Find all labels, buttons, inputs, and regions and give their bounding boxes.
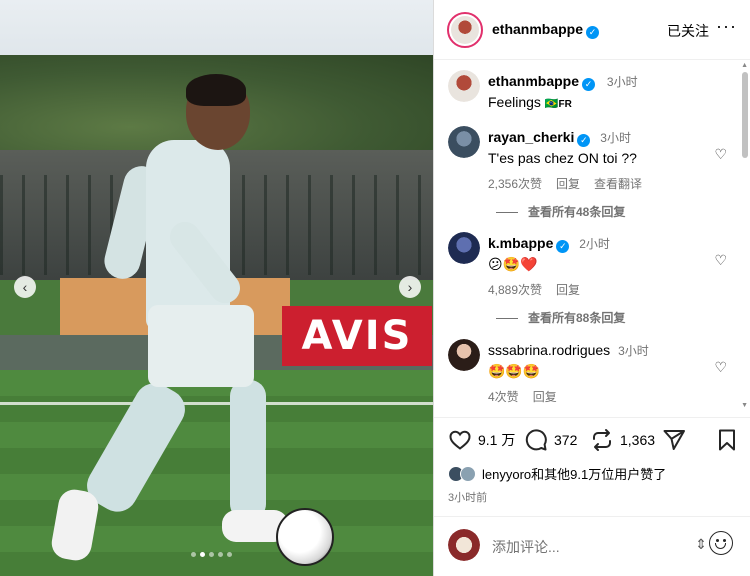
repost-count: 1,363 bbox=[620, 432, 656, 448]
comment-text: T'es pas chez ON toi ?? bbox=[488, 150, 637, 166]
comment-likes[interactable]: 4,889次赞 bbox=[488, 281, 542, 298]
save-action[interactable] bbox=[716, 428, 738, 452]
liker-avatar bbox=[460, 465, 476, 482]
action-bar: 9.1 万 372 1,363 bbox=[434, 428, 750, 462]
comment-count: 372 bbox=[554, 432, 578, 448]
reply-button[interactable]: 回复 bbox=[556, 281, 580, 298]
comment-item: sssabrina.rodrigues 3小时 🤩🤩🤩 4次赞 回复 bbox=[488, 341, 718, 405]
carousel-dot bbox=[227, 552, 232, 557]
carousel-next-button[interactable]: › bbox=[399, 276, 421, 298]
caption: ethanmbappe ✓ 3小时 Feelings 🇧🇷FR bbox=[488, 72, 738, 114]
carousel-dot bbox=[191, 552, 196, 557]
comment-avatar[interactable] bbox=[448, 339, 480, 371]
liker-username[interactable]: lenyyoro bbox=[482, 467, 531, 482]
caption-username[interactable]: ethanmbappe bbox=[488, 73, 579, 89]
comment-username[interactable]: rayan_cherki bbox=[488, 129, 574, 145]
following-button[interactable]: 已关注 bbox=[667, 21, 709, 41]
comments-section[interactable]: ethanmbappe ✓ 3小时 Feelings 🇧🇷FR rayan_che… bbox=[434, 60, 750, 418]
resize-icon[interactable]: ⇕ bbox=[695, 536, 707, 553]
comment-time: 3小时 bbox=[600, 131, 631, 145]
comment-username[interactable]: k.mbappe bbox=[488, 235, 553, 251]
verified-icon: ✓ bbox=[556, 240, 570, 253]
reply-button[interactable]: 回复 bbox=[556, 175, 580, 192]
comment-text: 😕🤩❤️ bbox=[488, 256, 538, 272]
comment-item: k.mbappe ✓ 2小时 😕🤩❤️ 4,889次赞 回复 bbox=[488, 234, 718, 298]
flag-label: FR bbox=[558, 99, 572, 110]
post-time-ago: 3小时前 bbox=[448, 492, 488, 504]
comment-time: 3小时 bbox=[618, 344, 649, 358]
likes-summary[interactable]: lenyyoro和其他9.1万位用户赞了 bbox=[448, 464, 666, 483]
comment-username[interactable]: sssabrina.rodrigues bbox=[488, 342, 610, 358]
reply-button[interactable]: 回复 bbox=[533, 388, 557, 405]
carousel-dot bbox=[218, 552, 223, 557]
comment-icon[interactable] bbox=[524, 428, 548, 452]
heart-icon[interactable] bbox=[448, 428, 472, 452]
comment-text: 🤩🤩🤩 bbox=[488, 363, 541, 379]
carousel-dot bbox=[200, 552, 205, 557]
bookmark-icon[interactable] bbox=[716, 428, 738, 452]
scroll-up-icon[interactable]: ▲ bbox=[741, 62, 748, 69]
verified-icon: ✓ bbox=[582, 78, 596, 91]
caption-text: Feelings bbox=[488, 94, 541, 110]
verified-icon: ✓ bbox=[586, 26, 600, 39]
player-hair bbox=[186, 74, 246, 106]
scroll-down-icon[interactable]: ▼ bbox=[741, 402, 748, 409]
comment-input[interactable]: 添加评论... bbox=[492, 537, 560, 557]
share-action[interactable] bbox=[662, 428, 686, 452]
like-count: 9.1 万 bbox=[478, 432, 516, 448]
more-options-icon[interactable]: ··· bbox=[716, 16, 737, 37]
comment-time: 2小时 bbox=[579, 237, 610, 251]
emoji-icon[interactable] bbox=[709, 531, 733, 555]
header-user[interactable]: ethanmbappe ✓ bbox=[492, 21, 600, 39]
repost-icon[interactable] bbox=[590, 428, 614, 452]
caption-avatar[interactable] bbox=[448, 70, 480, 102]
comment-item: rayan_cherki ✓ 3小时 T'es pas chez ON toi ?… bbox=[488, 128, 718, 192]
player-right-leg bbox=[230, 380, 266, 520]
player-shorts bbox=[148, 305, 254, 387]
view-replies-label: 查看所有48条回复 bbox=[528, 205, 626, 219]
likes-rest[interactable]: 和其他9.1万位用户赞了 bbox=[531, 467, 666, 482]
post-image[interactable]: AVIS ‹ › bbox=[0, 0, 433, 576]
verified-icon: ✓ bbox=[577, 134, 591, 147]
repost-action[interactable]: 1,363 bbox=[590, 428, 655, 452]
like-action[interactable]: 9.1 万 bbox=[448, 428, 515, 452]
add-comment-bar: 添加评论... ⇕ bbox=[434, 516, 750, 576]
post-header: ethanmbappe ✓ 已关注 ··· bbox=[434, 0, 750, 60]
my-avatar bbox=[448, 529, 480, 561]
comment-like-icon[interactable]: ♡ bbox=[714, 252, 727, 269]
view-replies-button[interactable]: 查看所有88条回复 bbox=[496, 309, 625, 326]
header-username[interactable]: ethanmbappe bbox=[492, 21, 583, 37]
post-side-panel: ethanmbappe ✓ 已关注 ··· ethanmbappe ✓ 3小时 Fe… bbox=[433, 0, 750, 576]
translate-button[interactable]: 查看翻译 bbox=[594, 175, 642, 192]
comments-scrollbar[interactable] bbox=[742, 72, 748, 158]
comment-avatar[interactable] bbox=[448, 126, 480, 158]
view-replies-label: 查看所有88条回复 bbox=[528, 311, 626, 325]
carousel-dots bbox=[191, 552, 232, 557]
comment-action[interactable]: 372 bbox=[524, 428, 577, 452]
comment-likes[interactable]: 2,356次赞 bbox=[488, 175, 542, 192]
pitch-line bbox=[0, 402, 433, 405]
football bbox=[276, 508, 334, 566]
carousel-prev-button[interactable]: ‹ bbox=[14, 276, 36, 298]
carousel-dot bbox=[209, 552, 214, 557]
avis-billboard: AVIS bbox=[282, 306, 432, 366]
view-replies-button[interactable]: 查看所有48条回复 bbox=[496, 203, 625, 220]
comment-likes[interactable]: 4次赞 bbox=[488, 388, 519, 405]
comment-like-icon[interactable]: ♡ bbox=[714, 359, 727, 376]
comment-avatar[interactable] bbox=[448, 232, 480, 264]
comment-like-icon[interactable]: ♡ bbox=[714, 146, 727, 163]
caption-time: 3小时 bbox=[606, 75, 638, 89]
flag-icon: 🇧🇷 bbox=[544, 98, 559, 110]
author-avatar[interactable] bbox=[447, 12, 483, 48]
share-icon[interactable] bbox=[662, 428, 686, 452]
